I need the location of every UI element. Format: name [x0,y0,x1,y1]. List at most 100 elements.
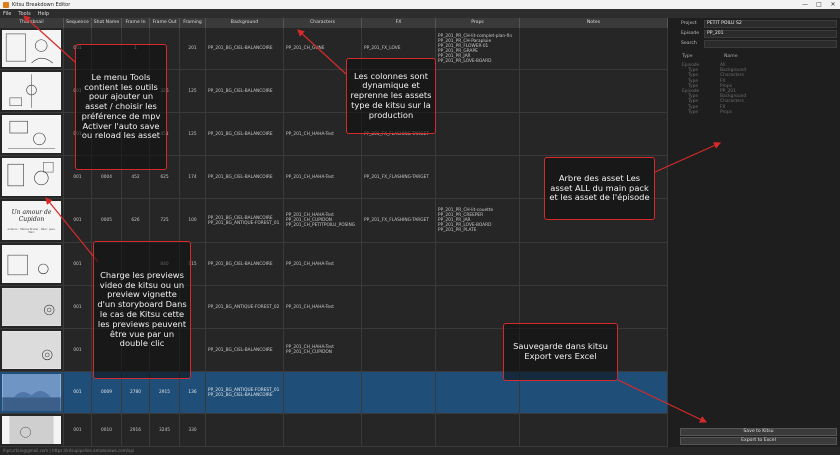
thumbnail-preview[interactable] [0,243,64,285]
background-cell[interactable]: PP_201_BG_CIEL-BALANCOIRE PP_201_BG_ANTIQ… [206,199,284,242]
thumbnail-preview[interactable]: Un amour de Cupidon Auteurs : Hélène Brul… [0,199,64,242]
asset-tag: PP_201_BG_CIEL-BALANCOIRE [208,46,273,51]
asset-tag: PP_201_FX_FLASHING-TARGET [364,218,429,223]
characters-cell[interactable]: PP_201_CH_HAHA-Test [284,286,362,328]
characters-cell[interactable]: PP_201_CH_HAHA-Test PP_201_CH_CUPIDON PP_2… [284,199,362,242]
thumbnail-preview[interactable] [0,329,64,371]
thumbnail-preview[interactable] [0,113,64,155]
thumbnail-preview[interactable] [0,414,64,446]
notes-cell[interactable] [520,414,668,446]
sequence-cell[interactable]: 001 [64,414,92,446]
menu-help[interactable]: Help [38,11,49,17]
col-header-background[interactable]: Background [206,18,284,28]
col-header-frame-in[interactable]: Frame In [122,18,150,28]
menu-tools[interactable]: Tools [18,11,30,17]
sequence-cell[interactable]: 001 [64,286,92,328]
col-header-thumbnail[interactable]: Thumbnail [0,18,64,28]
shot-name-cell[interactable]: 0005 [92,199,122,242]
asset-tag: PP_201_CH_GUNE [286,46,325,51]
props-cell[interactable] [436,286,520,328]
framing-cell[interactable]: 201 [180,28,206,69]
background-cell[interactable]: PP_201_BG_ANTIQUE-FOREST_02 [206,286,284,328]
export-to-excel-button[interactable]: Export to Excel [680,437,837,445]
framing-cell[interactable]: 100 [180,199,206,242]
col-header-framing[interactable]: Framing [180,18,206,28]
tree-item-name[interactable]: Props [720,110,732,115]
fx-cell[interactable] [362,329,436,371]
props-cell[interactable] [436,113,520,155]
notes-cell[interactable] [520,243,668,285]
frame-in-cell[interactable]: 2916 [122,414,150,446]
asset-tag: PP_201_BG_CIEL-BALANCOIRE [208,174,273,180]
characters-cell[interactable] [284,372,362,413]
framing-cell[interactable]: 330 [180,414,206,446]
col-header-frame-out[interactable]: Frame Out [150,18,180,28]
fx-cell[interactable] [362,286,436,328]
sequence-cell[interactable]: 001 [64,372,92,413]
fx-cell[interactable] [362,243,436,285]
notes-cell[interactable] [520,70,668,112]
characters-cell[interactable]: PP_201_CH_HAHA-Test [284,243,362,285]
col-header-notes[interactable]: Notes [520,18,668,28]
thumbnail-preview[interactable] [0,156,64,198]
minimize-button[interactable]: — [798,0,812,9]
props-cell[interactable] [436,243,520,285]
props-cell[interactable] [436,70,520,112]
background-cell[interactable]: PP_201_BG_CIEL-BALANCOIRE [206,156,284,198]
search-input[interactable] [704,40,837,48]
episode-select[interactable]: PP_201 [704,30,837,38]
notes-cell[interactable] [520,28,668,69]
frame-out-cell[interactable]: 725 [150,199,180,242]
props-cell[interactable] [436,156,520,198]
col-header-characters[interactable]: Characters [284,18,362,28]
notes-cell[interactable] [520,113,668,155]
annotation-tools: Le menu Tools contient les outils pour a… [75,44,167,170]
characters-cell[interactable]: PP_201_CH_HAHA-Test [284,156,362,198]
fx-cell[interactable]: PP_201_FX_FLASHING-TARGET [362,156,436,198]
fx-cell[interactable]: PP_201_FX_FLASHING-TARGET [362,199,436,242]
col-header-props[interactable]: Props [436,18,520,28]
fx-cell[interactable] [362,372,436,413]
sequence-cell[interactable]: 001 [64,329,92,371]
notes-cell[interactable] [520,286,668,328]
col-header-sequence[interactable]: Sequence [64,18,92,28]
background-cell[interactable]: PP_201_BG_CIEL-BALANCOIRE [206,70,284,112]
thumbnail-preview[interactable] [0,286,64,328]
col-header-fx[interactable]: FX [362,18,436,28]
tree-item-type[interactable]: Type [688,110,698,115]
project-field[interactable]: PETIT POILU S2 [704,20,837,28]
fx-cell[interactable] [362,414,436,446]
table-row[interactable]: 001 0010 2916 3245 330 [0,414,668,447]
thumbnail-preview[interactable] [0,28,64,69]
storyboard-image [2,115,61,153]
thumb-credits: Auteurs : Hélène Bruller · Réal : Jean-M… [7,228,56,234]
save-to-kitsu-button[interactable]: Save to Kitsu [680,428,837,436]
framing-cell[interactable]: 125 [180,70,206,112]
frame-in-cell[interactable]: 626 [122,199,150,242]
shot-name-cell[interactable]: 0010 [92,414,122,446]
sequence-cell[interactable]: 001 [64,199,92,242]
close-button[interactable]: ✕ [826,0,840,9]
background-cell[interactable]: PP_201_BG_CIEL-BALANCOIRE [206,329,284,371]
thumbnail-preview[interactable] [0,372,64,413]
background-cell[interactable]: PP_201_BG_CIEL-BALANCOIRE [206,243,284,285]
thumbnail-preview[interactable] [0,70,64,112]
frame-out-cell[interactable]: 3245 [150,414,180,446]
asset-tag: PP_201_BG_CIEL-BALANCOIRE [208,261,273,267]
characters-cell[interactable]: PP_201_CH_HAHA-Test PP_201_CH_CUPIDON [284,329,362,371]
background-cell[interactable]: PP_201_BG_CIEL-BALANCOIRE [206,28,284,69]
background-cell[interactable]: PP_201_BG_CIEL-BALANCOIRE [206,113,284,155]
sequence-cell[interactable]: 001 [64,243,92,285]
storyboard-image [2,374,61,411]
props-cell[interactable]: PP_201_PR_CH-lit-complet-plan-fin PP_201_… [436,28,520,69]
props-cell[interactable]: PP_201_PR_CH-lit-couette PP_201_PR_CREEPE… [436,199,520,242]
menu-file[interactable]: File [3,11,11,17]
characters-cell[interactable] [284,414,362,446]
background-cell[interactable]: PP_201_BG_ANTIQUE-FOREST_01 PP_201_BG_CIE… [206,372,284,413]
col-header-shot-name[interactable]: Shot Name [92,18,122,28]
background-cell[interactable] [206,414,284,446]
framing-cell[interactable]: 125 [180,113,206,155]
framing-cell[interactable]: 174 [180,156,206,198]
props-cell[interactable] [436,414,520,446]
maximize-button[interactable]: □ [812,0,826,9]
